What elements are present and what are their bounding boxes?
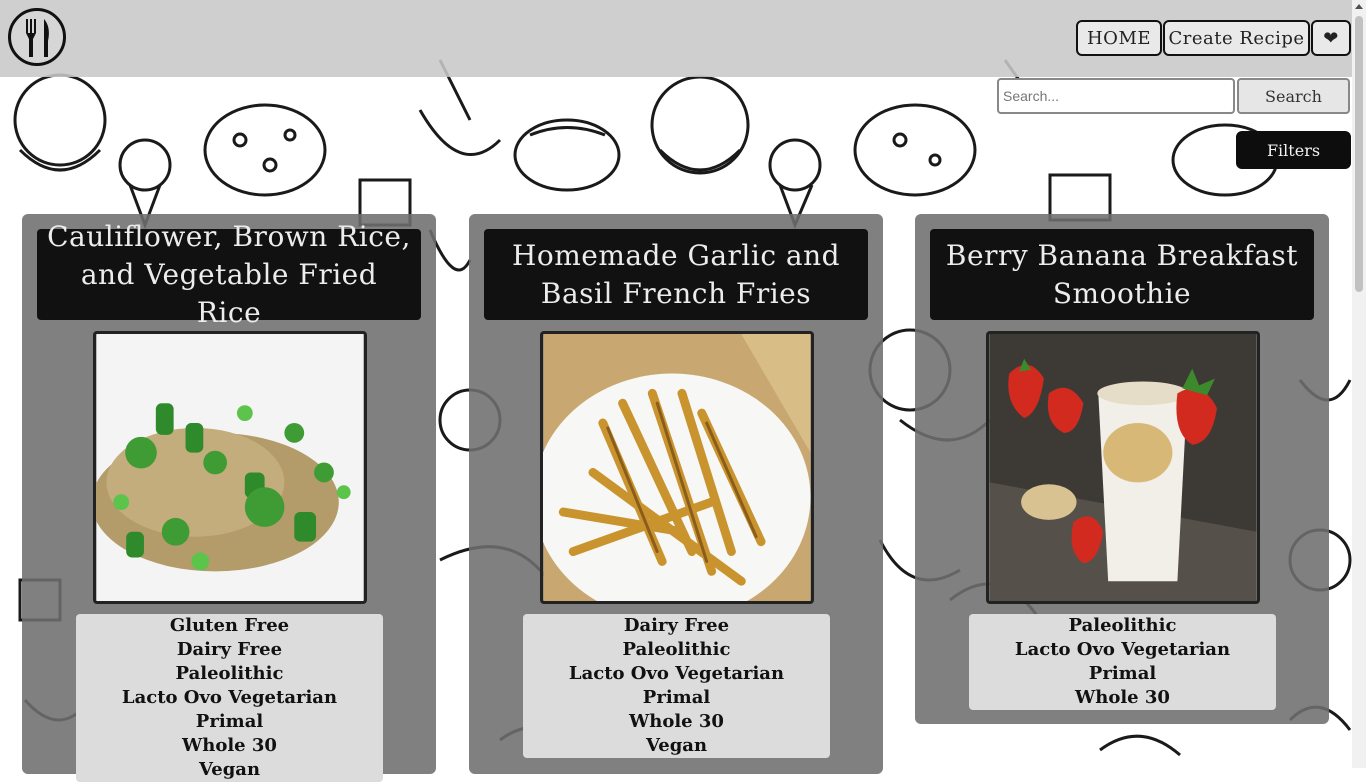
diet-tags: Dairy Free Paleolithic Lacto Ovo Vegetar… — [523, 614, 830, 758]
diet-tag: Whole 30 — [629, 711, 724, 732]
smoothie-photo[interactable] — [986, 331, 1260, 604]
recipe-card[interactable]: Berry Banana Breakfast Smoothie Paleolit… — [915, 214, 1329, 724]
diet-tag: Paleolithic — [1068, 615, 1177, 636]
diet-tag: Whole 30 — [182, 735, 277, 756]
scroll-up-arrow-icon[interactable] — [1355, 4, 1363, 9]
recipe-card[interactable]: Homemade Garlic and Basil French Fries D… — [469, 214, 883, 774]
filters-button[interactable]: Filters — [1236, 131, 1351, 169]
diet-tag: Vegan — [645, 735, 708, 756]
diet-tag: Lacto Ovo Vegetarian — [1014, 639, 1231, 660]
page-scrollbar[interactable] — [1352, 0, 1366, 768]
diet-tag: Primal — [642, 687, 711, 708]
home-button[interactable]: HOME — [1076, 20, 1162, 56]
create-recipe-button[interactable]: Create Recipe — [1163, 20, 1310, 56]
scrollbar-thumb[interactable] — [1355, 16, 1363, 292]
heart-icon: ❤ — [1323, 27, 1339, 49]
diet-tag: Paleolithic — [175, 663, 284, 684]
search-button[interactable]: Search — [1237, 78, 1350, 114]
diet-tag: Lacto Ovo Vegetarian — [568, 663, 785, 684]
diet-tag: Dairy Free — [623, 615, 730, 636]
diet-tag: Vegan — [198, 759, 261, 780]
recipe-title[interactable]: Cauliflower, Brown Rice, and Vegetable F… — [37, 220, 421, 329]
favorites-button[interactable]: ❤ — [1311, 20, 1351, 56]
diet-tag: Gluten Free — [169, 615, 290, 636]
diet-tags: Paleolithic Lacto Ovo Vegetarian Primal … — [969, 614, 1276, 710]
diet-tag: Lacto Ovo Vegetarian — [121, 687, 338, 708]
diet-tag: Primal — [1088, 663, 1157, 684]
diet-tag: Primal — [195, 711, 264, 732]
fork-knife-icon[interactable] — [8, 8, 66, 66]
recipe-title[interactable]: Homemade Garlic and Basil French Fries — [484, 229, 868, 320]
diet-tag: Whole 30 — [1075, 687, 1170, 708]
diet-tag: Dairy Free — [176, 639, 283, 660]
recipe-card[interactable]: Cauliflower, Brown Rice, and Vegetable F… — [22, 214, 436, 782]
diet-tags: Gluten Free Dairy Free Paleolithic Lacto… — [76, 614, 383, 782]
search-input[interactable] — [997, 78, 1235, 114]
fried-rice-photo[interactable] — [93, 331, 367, 604]
diet-tag: Paleolithic — [622, 639, 731, 660]
top-header: HOME Create Recipe ❤ — [0, 0, 1352, 77]
recipe-title[interactable]: Berry Banana Breakfast Smoothie — [930, 229, 1314, 320]
french-fries-photo[interactable] — [540, 331, 814, 604]
